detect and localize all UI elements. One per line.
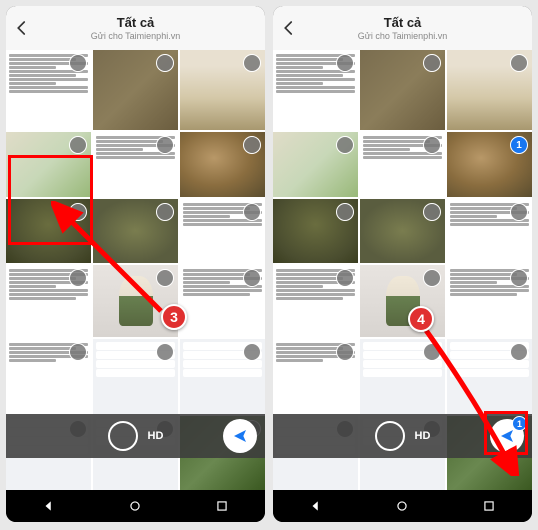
grid-item-photo[interactable] — [447, 50, 532, 130]
phone-screen-left: Tất cả Gửi cho Taimienphi.vn — [6, 6, 265, 522]
send-button[interactable] — [223, 419, 257, 453]
send-button[interactable]: 1 — [490, 419, 524, 453]
grid-item-text[interactable] — [360, 132, 445, 196]
tutorial-step-badge: 4 — [408, 306, 434, 332]
capture-button[interactable] — [108, 421, 138, 451]
select-circle[interactable] — [69, 343, 87, 361]
screen-header: Tất cả Gửi cho Taimienphi.vn — [6, 6, 265, 50]
select-circle[interactable] — [243, 54, 261, 72]
grid-item-screenshot[interactable] — [360, 339, 445, 413]
grid-item-photo[interactable] — [273, 132, 358, 196]
header-subtitle: Gửi cho Taimienphi.vn — [299, 31, 506, 41]
grid-item-photo[interactable] — [180, 132, 265, 196]
select-circle[interactable] — [69, 136, 87, 154]
select-circle[interactable] — [243, 269, 261, 287]
bottom-bar: HD — [6, 414, 265, 458]
select-circle[interactable] — [336, 269, 354, 287]
grid-item-photo[interactable] — [6, 132, 91, 196]
select-circle[interactable] — [510, 54, 528, 72]
header-subtitle: Gửi cho Taimienphi.vn — [32, 31, 239, 41]
send-count-badge: 1 — [512, 416, 527, 431]
select-circle[interactable] — [69, 269, 87, 287]
grid-item-screenshot[interactable] — [180, 339, 265, 413]
select-circle[interactable] — [336, 203, 354, 221]
back-button[interactable] — [279, 18, 299, 38]
grid-item-screenshot[interactable] — [447, 339, 532, 413]
select-circle[interactable] — [423, 203, 441, 221]
header-title: Tất cả — [299, 15, 506, 30]
grid-item-photo[interactable] — [6, 199, 91, 263]
select-circle[interactable] — [156, 269, 174, 287]
grid-item-text[interactable] — [447, 265, 532, 337]
grid-item-text[interactable] — [6, 50, 91, 130]
select-circle[interactable] — [156, 203, 174, 221]
hd-toggle[interactable]: HD — [148, 430, 164, 442]
grid-item-text[interactable] — [180, 265, 265, 337]
select-circle[interactable] — [510, 203, 528, 221]
grid-item-photo[interactable] — [93, 199, 178, 263]
grid-item-photo[interactable] — [93, 50, 178, 130]
screen-header: Tất cả Gửi cho Taimienphi.vn — [273, 6, 532, 50]
tutorial-step-badge: 3 — [161, 304, 187, 330]
select-circle[interactable] — [510, 269, 528, 287]
header-title: Tất cả — [32, 15, 239, 30]
grid-item-photo[interactable]: 1 — [447, 132, 532, 196]
nav-home-icon[interactable] — [395, 499, 409, 513]
select-circle[interactable] — [336, 54, 354, 72]
grid-item-text[interactable] — [6, 339, 91, 413]
hd-toggle[interactable]: HD — [415, 430, 431, 442]
nav-recent-icon[interactable] — [215, 499, 229, 513]
select-circle[interactable] — [156, 54, 174, 72]
phone-screen-right: Tất cả Gửi cho Taimienphi.vn 1 — [273, 6, 532, 522]
select-circle[interactable] — [69, 54, 87, 72]
grid-item-text[interactable] — [273, 265, 358, 337]
grid-item-photo[interactable] — [360, 265, 445, 337]
nav-home-icon[interactable] — [128, 499, 142, 513]
grid-item-photo[interactable] — [180, 50, 265, 130]
nav-back-icon[interactable] — [42, 499, 56, 513]
capture-button[interactable] — [375, 421, 405, 451]
select-circle-selected[interactable]: 1 — [510, 136, 528, 154]
select-circle[interactable] — [336, 136, 354, 154]
select-circle[interactable] — [423, 269, 441, 287]
grid-item-text[interactable] — [273, 339, 358, 413]
grid-item-photo[interactable] — [360, 50, 445, 130]
grid-item-text[interactable] — [447, 199, 532, 263]
bottom-bar: HD 1 — [273, 414, 532, 458]
select-circle[interactable] — [243, 136, 261, 154]
select-circle[interactable] — [69, 203, 87, 221]
android-nav-bar — [6, 490, 265, 522]
select-circle[interactable] — [336, 343, 354, 361]
grid-item-text[interactable] — [273, 50, 358, 130]
grid-item-text[interactable] — [6, 265, 91, 337]
nav-back-icon[interactable] — [309, 499, 323, 513]
select-circle[interactable] — [243, 203, 261, 221]
nav-recent-icon[interactable] — [482, 499, 496, 513]
select-circle[interactable] — [423, 54, 441, 72]
grid-item-text[interactable] — [180, 199, 265, 263]
grid-item-photo[interactable] — [273, 199, 358, 263]
grid-item-screenshot[interactable] — [93, 339, 178, 413]
grid-item-text[interactable] — [93, 132, 178, 196]
back-button[interactable] — [12, 18, 32, 38]
android-nav-bar — [273, 490, 532, 522]
grid-item-photo[interactable] — [360, 199, 445, 263]
